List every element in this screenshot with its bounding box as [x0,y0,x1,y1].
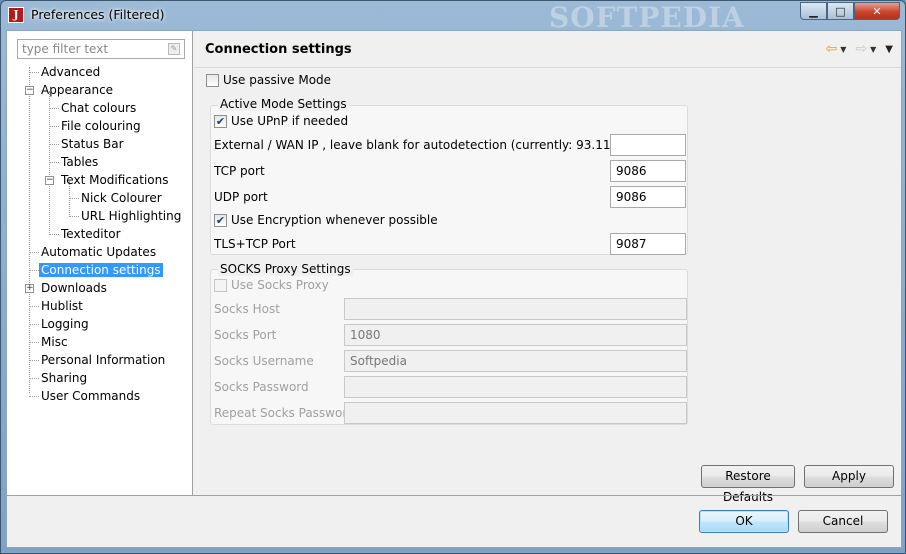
caption-buttons: ▁ □ ✕ [800,2,900,20]
check-icon[interactable]: ✔ [214,114,227,128]
minimize-button[interactable]: ▁ [800,2,827,20]
apply-button[interactable]: Apply [804,465,894,488]
tcp-port-label: TCP port [214,164,265,178]
tree-item-status-bar[interactable]: Status Bar [59,135,126,153]
window-title: Preferences (Filtered) [31,7,165,22]
tls-port-field[interactable]: 9087 [610,233,686,255]
tree-item-misc[interactable]: Misc [39,333,70,351]
passive-mode-label: Use passive Mode [223,73,332,87]
checkbox-box[interactable] [214,278,227,292]
tree-item-downloads[interactable]: Downloads [39,279,109,297]
tree-item-sharing[interactable]: Sharing [39,369,89,387]
tree-item-appearance[interactable]: Appearance [39,81,115,99]
forward-dropdown-icon[interactable]: ▼ [870,45,876,54]
tree-item-chat-colours[interactable]: Chat colours [59,99,138,117]
encryption-label: Use Encryption whenever possible [231,213,438,227]
tree-item-personal-information[interactable]: Personal Information [39,351,167,369]
preference-page: Connection settings ⇦ ▼ ⇨ ▼ ▼ Use passiv… [194,31,901,504]
socks-password-label: Socks Password [214,380,309,394]
tree-item-connection-settings[interactable]: Connection settings [39,261,163,279]
socks-username-label: Socks Username [214,354,314,368]
socks-proxy-group-title: SOCKS Proxy Settings [218,262,353,276]
socks-host-label: Socks Host [214,302,280,316]
passive-mode-checkbox[interactable]: Use passive Mode [206,72,331,88]
repeat-socks-password-label: Repeat Socks Password [214,406,355,420]
tree-item-file-colouring[interactable]: File colouring [59,117,143,135]
upnp-label: Use UPnP if needed [231,114,349,128]
preferences-window: J Preferences (Filtered) SOFTPEDIA ▁ □ ✕… [0,0,906,554]
back-dropdown-icon[interactable]: ▼ [840,45,846,54]
title-bar[interactable]: J Preferences (Filtered) SOFTPEDIA ▁ □ ✕ [1,1,905,34]
tree-item-nick-colourer[interactable]: Nick Colourer [79,189,164,207]
tree-item-user-commands[interactable]: User Commands [39,387,142,405]
page-navigation: ⇦ ▼ ⇨ ▼ ▼ [826,41,893,57]
app-icon: J [8,7,24,23]
tcp-port-field[interactable]: 9086 [610,160,686,182]
socks-host-field[interactable] [344,298,687,320]
use-socks-checkbox[interactable]: Use Socks Proxy [214,277,329,293]
dialog-client-area: ✎ [6,30,903,548]
encryption-checkbox[interactable]: ✔ Use Encryption whenever possible [214,212,438,228]
wan-ip-field[interactable] [610,134,686,156]
tree-item-tables[interactable]: Tables [59,153,100,171]
expand-toggle-icon[interactable]: + [25,284,34,293]
use-socks-label: Use Socks Proxy [231,278,329,292]
udp-port-field[interactable]: 9086 [610,186,686,208]
active-mode-group-title: Active Mode Settings [218,97,349,111]
socks-password-field[interactable] [344,376,687,398]
socks-port-field[interactable]: 1080 [344,324,687,346]
socks-username-field[interactable]: Softpedia [344,350,687,372]
collapse-toggle-icon[interactable]: − [45,176,54,185]
page-title: Connection settings [205,42,352,57]
collapse-toggle-icon[interactable]: − [25,86,34,95]
repeat-socks-password-field[interactable] [344,402,687,424]
filter-input[interactable] [18,40,163,58]
tree-item-text-modifications[interactable]: Text Modifications [59,171,170,189]
maximize-button[interactable]: □ [827,2,854,20]
back-arrow-icon[interactable]: ⇦ [826,41,838,57]
clear-filter-icon[interactable]: ✎ [168,43,180,55]
udp-port-label: UDP port [214,190,268,204]
forward-arrow-icon[interactable]: ⇨ [855,41,867,57]
tree-item-logging[interactable]: Logging [39,315,91,333]
socks-port-label: Socks Port [214,328,277,342]
tree-item-texteditor[interactable]: Texteditor [59,225,123,243]
restore-defaults-button[interactable]: Restore Defaults [701,465,795,504]
tree-item-advanced[interactable]: Advanced [39,63,102,81]
preference-tree-pane: ✎ [7,31,193,495]
tree-item-url-highlighting[interactable]: URL Highlighting [79,207,183,225]
filter-box: ✎ [17,39,185,59]
ok-button[interactable]: OK [699,510,789,533]
tree-item-automatic-updates[interactable]: Automatic Updates [39,243,158,261]
upnp-checkbox[interactable]: ✔ Use UPnP if needed [214,113,348,129]
view-menu-icon[interactable]: ▼ [885,44,893,55]
check-icon[interactable]: ✔ [214,213,227,227]
wan-ip-label: External / WAN IP , leave blank for auto… [214,138,669,152]
tree-item-hublist[interactable]: Hublist [39,297,85,315]
cancel-button[interactable]: Cancel [798,510,888,533]
checkbox-box[interactable] [206,73,219,87]
close-button[interactable]: ✕ [854,2,900,20]
tls-port-label: TLS+TCP Port [214,237,296,251]
